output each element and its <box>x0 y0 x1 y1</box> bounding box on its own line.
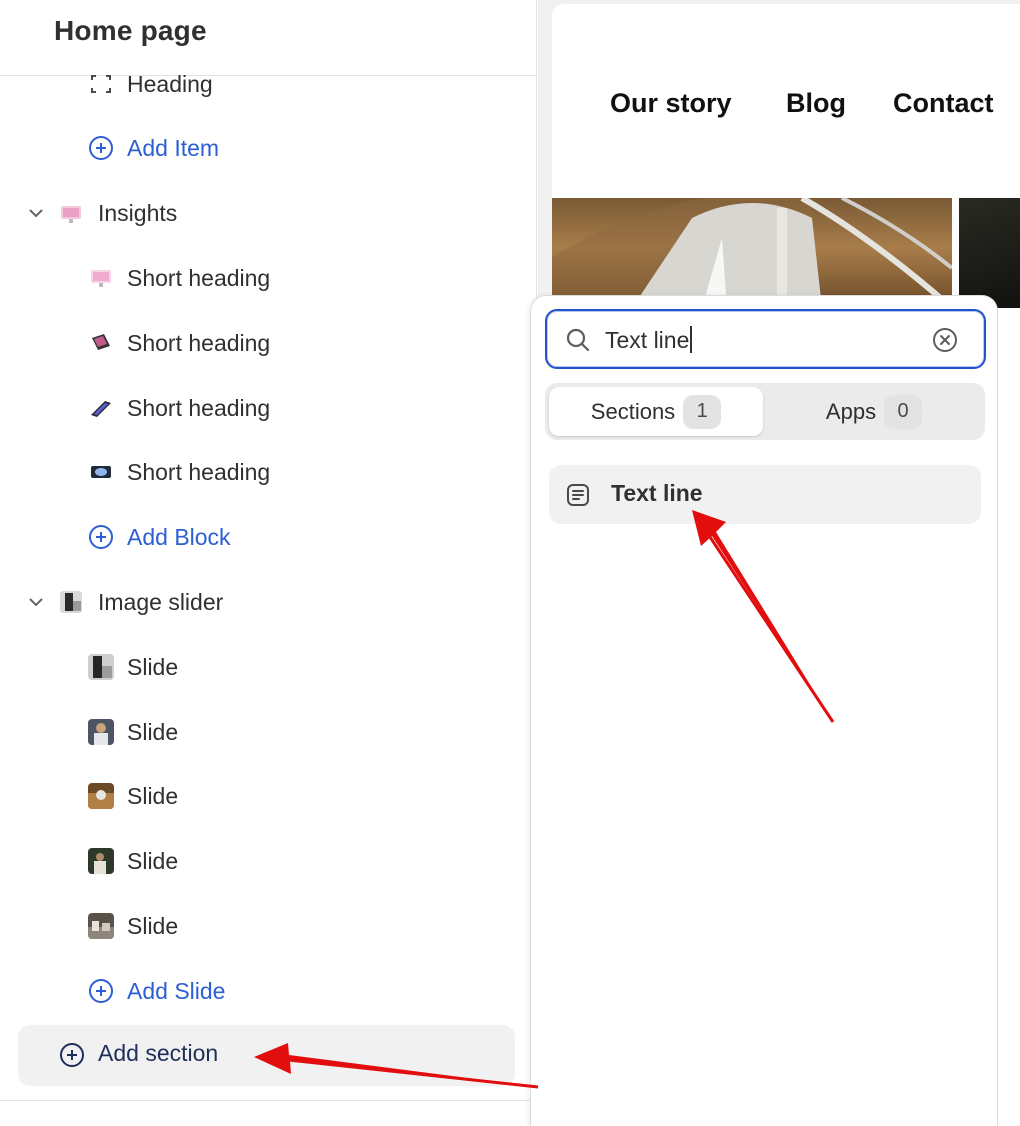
chevron-down-icon[interactable] <box>26 592 46 612</box>
block-item-label: Slide <box>127 912 179 939</box>
add-item-label: Add Item <box>127 134 220 161</box>
add-section-popover: Text line Sections 1 Apps 0 Text line <box>530 295 998 1126</box>
result-label: Text line <box>611 480 703 506</box>
slide-thumbnail <box>88 913 114 939</box>
plus-circle-icon <box>89 525 113 549</box>
block-item-label: Heading <box>127 70 213 97</box>
add-block-button[interactable]: Add Block <box>0 515 537 559</box>
block-item-label: Short heading <box>127 458 271 485</box>
result-item-text-line[interactable]: Text line <box>549 465 981 524</box>
block-item-label: Short heading <box>127 394 271 421</box>
image-slider-thumbnail <box>60 591 82 613</box>
block-item-slide[interactable]: Slide <box>0 710 537 754</box>
block-item-label: Slide <box>127 847 179 874</box>
block-item-label: Slide <box>127 782 179 809</box>
search-icon <box>566 328 590 352</box>
nav-link-blog[interactable]: Blog <box>786 88 846 119</box>
block-item-label: Short heading <box>127 264 271 291</box>
add-slide-label: Add Slide <box>127 977 226 1004</box>
search-value: Text line <box>605 326 693 354</box>
block-item-short-heading[interactable]: Short heading <box>0 321 537 365</box>
block-item-label: Slide <box>127 653 179 680</box>
block-item-label: Slide <box>127 718 179 745</box>
chevron-down-icon[interactable] <box>26 203 46 223</box>
section-item-insights[interactable]: Insights <box>0 191 537 235</box>
sidebar-divider <box>0 1100 537 1101</box>
add-slide-button[interactable]: Add Slide <box>0 969 537 1013</box>
short-heading-thumbnail <box>91 466 111 478</box>
slide-thumbnail <box>88 719 114 745</box>
block-item-slide[interactable]: Slide <box>0 645 537 689</box>
insights-thumbnail <box>61 206 81 223</box>
section-item-image-slider[interactable]: Image slider <box>0 580 537 624</box>
block-item-label: Short heading <box>127 329 271 356</box>
plus-circle-icon <box>89 979 113 1003</box>
nav-link-contact[interactable]: Contact <box>893 88 994 119</box>
short-heading-thumbnail <box>91 270 111 287</box>
slide-thumbnail <box>88 783 114 809</box>
slide-thumbnail <box>88 654 114 680</box>
tab-count-badge: 1 <box>683 394 722 429</box>
add-block-label: Add Block <box>127 523 231 550</box>
page-title: Home page <box>54 15 207 46</box>
add-item-button[interactable]: Add Item <box>0 126 537 170</box>
hero-image-secondary <box>959 198 1020 308</box>
clear-circle-icon[interactable] <box>932 327 958 353</box>
block-item-short-heading[interactable]: Short heading <box>0 386 537 430</box>
block-item-short-heading[interactable]: Short heading <box>0 256 537 300</box>
plus-circle-icon <box>89 136 113 160</box>
add-section-label: Add section <box>98 1040 219 1066</box>
block-item-slide[interactable]: Slide <box>0 774 537 818</box>
sidebar: Home page Heading Add Item Insights Shor… <box>0 0 537 1126</box>
hero-image <box>552 198 952 308</box>
block-item-slide[interactable]: Slide <box>0 904 537 948</box>
filter-tabs: Sections 1 Apps 0 <box>545 383 985 440</box>
add-section-button[interactable]: Add section <box>18 1025 515 1086</box>
search-input[interactable]: Text line <box>545 309 986 369</box>
nav-link-our-story[interactable]: Our story <box>610 88 732 119</box>
tab-sections[interactable]: Sections 1 <box>549 387 763 436</box>
text-block-icon <box>567 484 589 506</box>
short-heading-thumbnail <box>92 334 110 350</box>
block-item-heading[interactable]: Heading <box>0 62 537 106</box>
block-item-slide[interactable]: Slide <box>0 839 537 883</box>
slide-thumbnail <box>88 848 114 874</box>
section-item-label: Insights <box>98 199 178 226</box>
block-item-short-heading[interactable]: Short heading <box>0 450 537 494</box>
tab-label: Apps <box>825 398 877 424</box>
tab-count-badge: 0 <box>884 394 923 429</box>
short-heading-thumbnail <box>91 401 111 417</box>
tab-label: Sections <box>590 398 676 424</box>
tab-apps[interactable]: Apps 0 <box>767 387 981 436</box>
heading-block-icon <box>91 75 111 93</box>
plus-circle-icon <box>60 1043 84 1067</box>
section-item-label: Image slider <box>98 588 224 615</box>
